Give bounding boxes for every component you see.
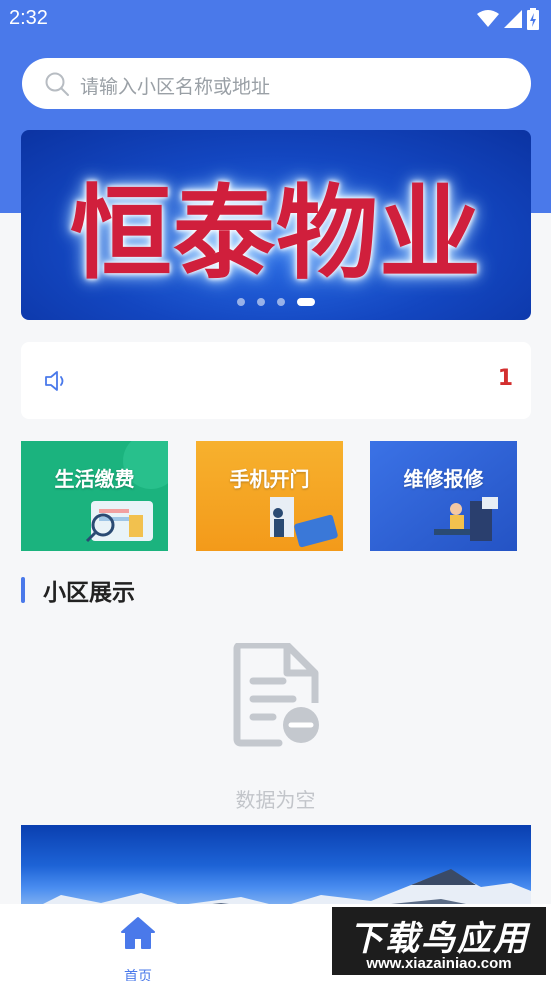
carousel-dots bbox=[21, 298, 531, 306]
section-title: 小区展示 bbox=[43, 580, 135, 606]
status-bar: 2:32 bbox=[0, 0, 551, 40]
tab-home-label: 首页 bbox=[124, 969, 152, 981]
payment-illustration-icon bbox=[21, 441, 168, 551]
carousel-dot[interactable] bbox=[237, 298, 245, 306]
service-label-payment: 生活缴费 bbox=[54, 467, 135, 491]
watermark-logo: 下载鸟应用 www.xiazainiao.com bbox=[330, 905, 548, 977]
tab-home[interactable]: 首页 bbox=[108, 916, 168, 981]
empty-state-text: 数据为空 bbox=[235, 788, 316, 812]
repair-illustration-icon bbox=[370, 441, 517, 551]
service-label-door: 手机开门 bbox=[229, 467, 310, 491]
speaker-icon bbox=[45, 371, 64, 391]
notice-text: 1 bbox=[497, 366, 513, 391]
search-bar[interactable]: 请输入小区名称或地址 bbox=[22, 58, 531, 109]
wifi-icon bbox=[477, 10, 499, 27]
mountain-image-icon bbox=[21, 869, 531, 915]
search-placeholder: 请输入小区名称或地址 bbox=[80, 76, 271, 98]
service-tile-door[interactable]: 手机开门 bbox=[196, 441, 343, 551]
signal-icon bbox=[504, 10, 522, 28]
search-icon bbox=[45, 72, 69, 96]
notice-bar[interactable]: 1 bbox=[21, 342, 531, 419]
banner-carousel[interactable]: 恒泰物业 bbox=[21, 130, 531, 320]
carousel-dot-active[interactable] bbox=[297, 298, 315, 306]
watermark-url: www.xiazainiao.com bbox=[366, 955, 512, 972]
service-label-repair: 维修报修 bbox=[403, 467, 484, 491]
service-tile-repair[interactable]: 维修报修 bbox=[370, 441, 517, 551]
carousel-dot[interactable] bbox=[277, 298, 285, 306]
section-header: 小区展示 bbox=[21, 576, 135, 606]
service-tile-payment[interactable]: 生活缴费 bbox=[21, 441, 168, 551]
door-illustration-icon bbox=[196, 441, 343, 551]
status-icons bbox=[477, 8, 539, 30]
status-time: 2:32 bbox=[9, 7, 48, 29]
community-photo[interactable] bbox=[21, 825, 531, 915]
watermark-title: 下载鸟应用 bbox=[349, 919, 529, 959]
banner-title: 恒泰物业 bbox=[70, 175, 482, 294]
empty-document-icon bbox=[233, 643, 319, 747]
carousel-dot[interactable] bbox=[257, 298, 265, 306]
section-accent-bar bbox=[21, 577, 25, 603]
battery-icon bbox=[527, 8, 539, 30]
home-icon bbox=[121, 917, 155, 949]
